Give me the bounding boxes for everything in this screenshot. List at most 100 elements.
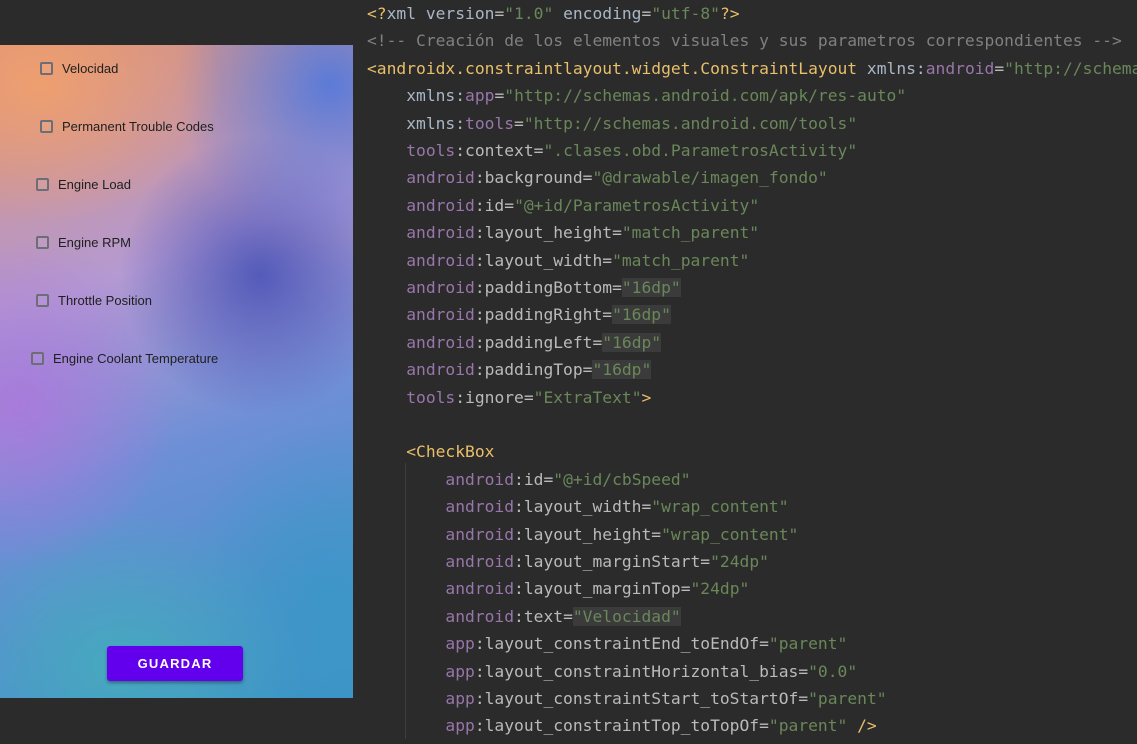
checkbox-box[interactable]	[31, 352, 44, 365]
code-token: "16dp"	[602, 332, 662, 352]
code-token: android	[367, 168, 475, 188]
code-token: "wrap_content"	[651, 497, 789, 517]
code-line[interactable]: xmlns:app="http://schemas.android.com/ap…	[367, 82, 906, 109]
code-token: :paddingRight	[474, 305, 603, 325]
code-line[interactable]: android:id="@+id/cbSpeed"	[367, 466, 691, 493]
code-token: =	[602, 305, 613, 325]
code-token: "ExtraText"	[533, 387, 642, 407]
code-line[interactable]: android:layout_width="match_parent"	[367, 247, 749, 274]
checkbox-label: Throttle Position	[58, 293, 152, 308]
code-token: :paddingTop	[474, 360, 583, 380]
code-line[interactable]: app:layout_constraintStart_toStartOf="pa…	[367, 685, 886, 712]
code-line[interactable]: app:layout_constraintEnd_toEndOf="parent…	[367, 630, 847, 657]
xml-code-editor[interactable]: <?xml version="1.0" encoding="utf-8"?> <!…	[353, 0, 1137, 744]
code-token: android	[925, 58, 995, 78]
code-token: :paddingLeft	[474, 332, 593, 352]
layout-preview: Velocidad Permanent Trouble Codes Engine…	[0, 45, 353, 698]
checkbox-velocidad[interactable]: Velocidad	[40, 61, 118, 76]
code-token: :layout_constraintEnd_toEndOf	[474, 634, 760, 654]
code-line[interactable]: android:paddingBottom="16dp"	[367, 274, 681, 301]
code-token: =	[612, 278, 622, 297]
code-line[interactable]: app:layout_constraintHorizontal_bias="0.…	[367, 658, 857, 685]
code-token: :layout_width	[474, 250, 603, 270]
checkbox-engine-coolant-temperature[interactable]: Engine Coolant Temperature	[31, 351, 218, 366]
code-line[interactable]: android:layout_marginStart="24dp"	[367, 548, 769, 575]
checkbox-label: Engine Coolant Temperature	[53, 351, 219, 366]
code-token: "16dp"	[621, 278, 681, 297]
code-line[interactable]: android:id="@+id/ParametrosActivity"	[367, 192, 759, 219]
code-token: app	[367, 689, 475, 708]
code-token: :ignore	[455, 387, 524, 407]
code-token: />	[847, 716, 877, 736]
code-token: <androidx.constraintlayout.widget.Constr…	[367, 58, 858, 78]
code-line[interactable]: android:layout_height="wrap_content"	[367, 521, 798, 548]
code-token: >	[641, 387, 652, 407]
checkbox-box[interactable]	[40, 62, 53, 75]
code-line[interactable]: android:paddingLeft="16dp"	[367, 329, 662, 356]
code-token: android	[367, 195, 475, 215]
code-line[interactable]: <androidx.constraintlayout.widget.Constr…	[367, 55, 1137, 82]
checkbox-throttle-position[interactable]: Throttle Position	[36, 293, 152, 308]
code-line[interactable]: xmlns:tools="http://schemas.android.com/…	[367, 110, 857, 137]
code-token: :id	[514, 469, 544, 489]
code-token: =	[504, 195, 515, 215]
code-line[interactable]: android:layout_width="wrap_content"	[367, 493, 789, 520]
code-line[interactable]: <?xml version="1.0" encoding="utf-8"?>	[367, 0, 740, 27]
code-token: "parent"	[768, 716, 848, 736]
code-token: "@+id/cbSpeed"	[553, 469, 691, 489]
code-token: android	[367, 606, 515, 626]
code-token: android	[367, 552, 515, 571]
code-line[interactable]: <CheckBox	[367, 438, 494, 465]
code-token: xmlns:	[857, 58, 926, 78]
checkbox-box[interactable]	[40, 120, 53, 133]
code-line[interactable]: android:layout_height="match_parent"	[367, 219, 759, 246]
checkbox-box[interactable]	[36, 236, 49, 249]
checkbox-label: Velocidad	[62, 61, 119, 76]
code-line[interactable]: app:layout_constraintTop_toTopOf="parent…	[367, 712, 877, 739]
code-token: =	[582, 168, 593, 188]
code-token: xml version	[386, 4, 495, 23]
code-line[interactable]: tools:context=".clases.obd.ParametrosAct…	[367, 137, 857, 164]
code-token: "24dp"	[690, 579, 750, 599]
code-token: =	[494, 4, 505, 23]
code-token: =	[514, 113, 524, 133]
guardar-button[interactable]: GUARDAR	[107, 646, 243, 681]
code-token: android	[367, 305, 475, 325]
code-token: ?>	[719, 4, 740, 23]
checkbox-engine-rpm[interactable]: Engine RPM	[36, 235, 131, 250]
code-token: ".clases.obd.ParametrosActivity"	[543, 141, 858, 160]
code-token: :paddingBottom	[474, 278, 613, 297]
code-line[interactable]: tools:ignore="ExtraText">	[367, 384, 651, 411]
code-token: app	[367, 716, 475, 736]
code-line[interactable]: <!-- Creación de los elementos visuales …	[367, 27, 1122, 54]
code-line[interactable]: android:layout_marginTop="24dp"	[367, 575, 749, 602]
code-token: =	[798, 689, 809, 708]
code-line[interactable]: android:text="Velocidad"	[367, 603, 681, 630]
code-token: xmlns:	[367, 86, 466, 106]
code-token: "utf-8"	[651, 4, 720, 23]
code-token: =	[543, 469, 554, 489]
code-token: :id	[474, 195, 505, 215]
code-line[interactable]: android:paddingTop="16dp"	[367, 356, 652, 383]
code-token: =	[680, 579, 691, 599]
code-token: xmlns:	[367, 113, 466, 133]
checkbox-box[interactable]	[36, 178, 49, 191]
code-token: "@drawable/imagen_fondo"	[592, 168, 828, 188]
code-token: android	[367, 579, 515, 599]
checkbox-permanent-trouble-codes[interactable]: Permanent Trouble Codes	[40, 119, 214, 134]
checkbox-label: Permanent Trouble Codes	[62, 119, 214, 134]
checkbox-label: Engine Load	[58, 177, 132, 192]
checkbox-box[interactable]	[36, 294, 49, 307]
code-line[interactable]: android:paddingRight="16dp"	[367, 301, 671, 328]
code-token: android	[367, 524, 515, 544]
code-token: android	[367, 469, 515, 489]
code-line[interactable]: android:background="@drawable/imagen_fon…	[367, 164, 828, 191]
code-token: =	[582, 360, 593, 380]
code-token: =	[759, 716, 769, 736]
code-token: "@+id/ParametrosActivity"	[514, 195, 760, 215]
code-token: "match_parent"	[621, 223, 760, 243]
code-token: "0.0"	[808, 661, 858, 681]
checkbox-engine-load[interactable]: Engine Load	[36, 177, 131, 192]
code-token: android	[367, 497, 515, 517]
checkbox-label: Engine RPM	[58, 235, 131, 250]
